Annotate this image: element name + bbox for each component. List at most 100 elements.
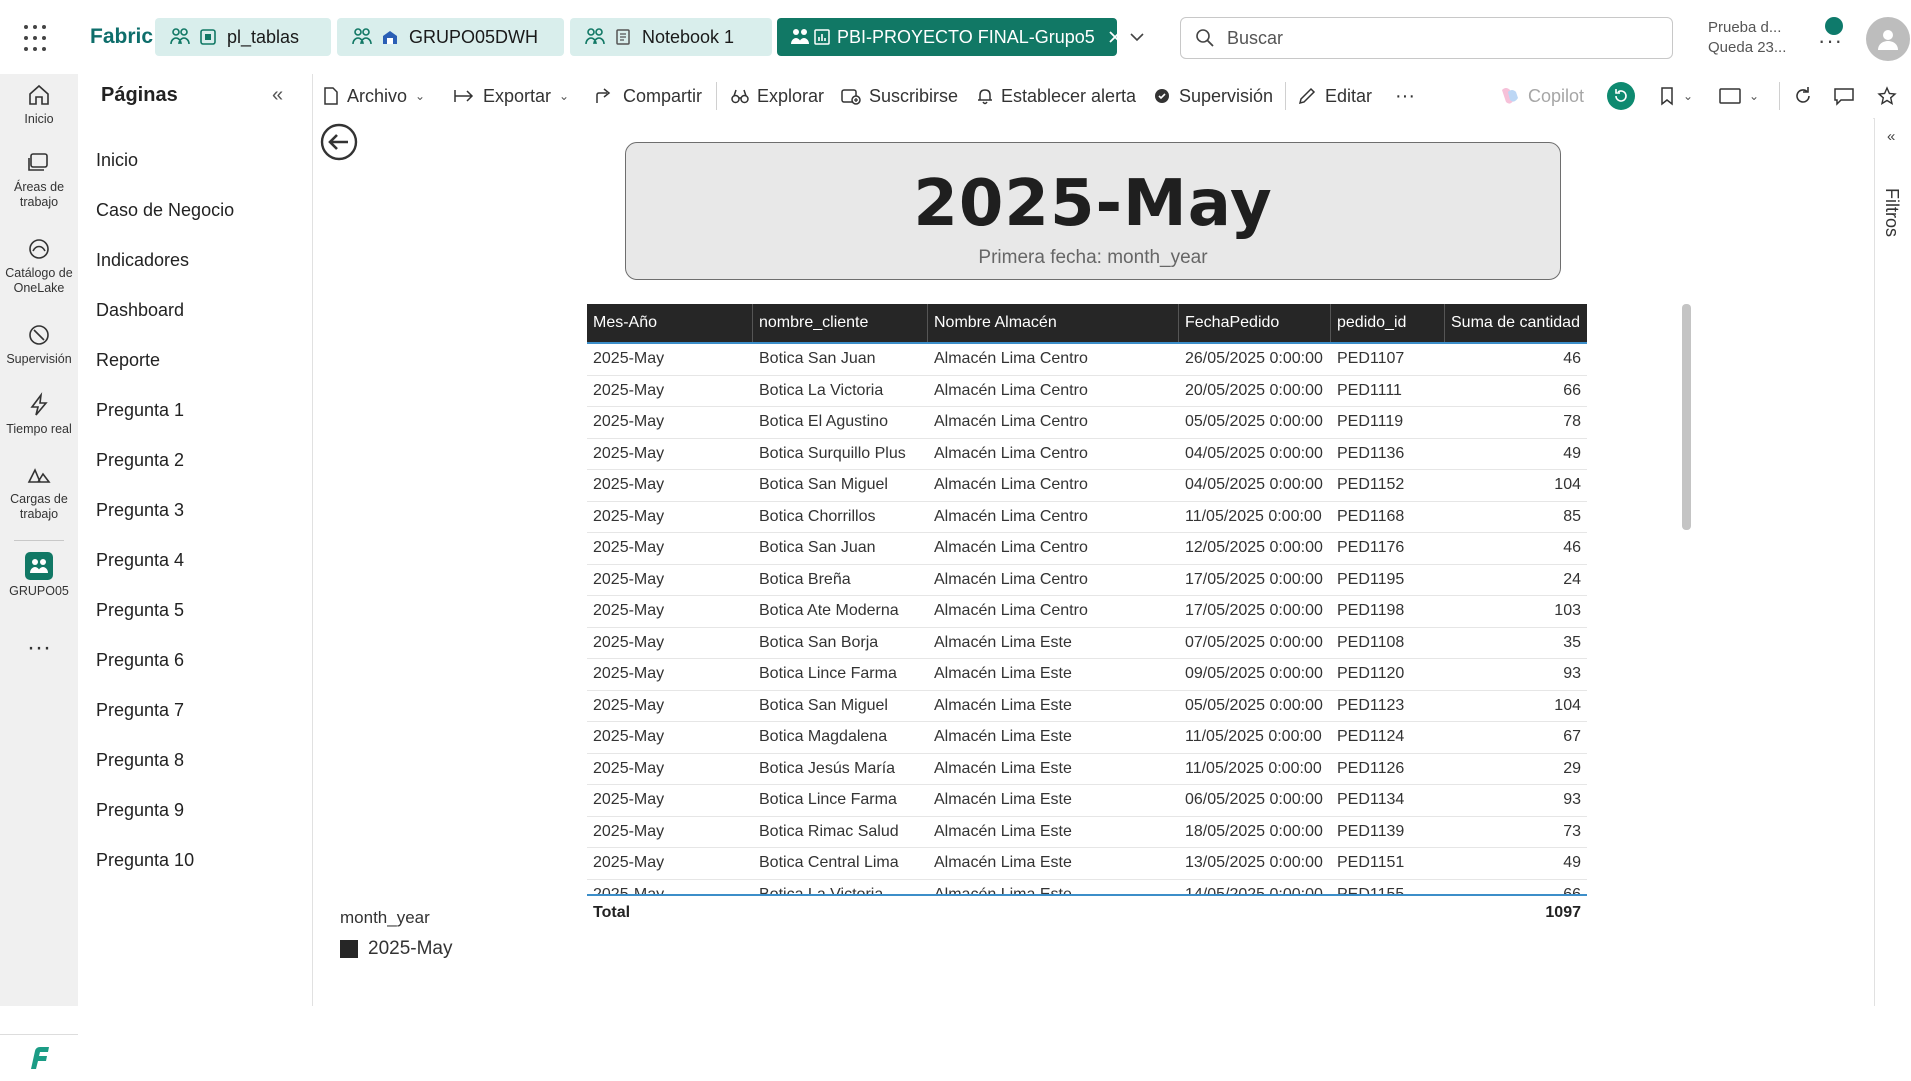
table-cell: 2025-May — [593, 854, 665, 871]
table-row[interactable]: 2025-May Botica Lince Farma Almacén Lima E… — [587, 659, 1587, 691]
reset-icon[interactable] — [1607, 82, 1635, 110]
trial-status[interactable]: Prueba d... Queda 23... — [1708, 18, 1786, 58]
table-row[interactable]: 2025-May Botica Lince Farma Almacén Lima E… — [587, 785, 1587, 817]
more-options-icon[interactable]: ··· — [1818, 28, 1843, 54]
search-input[interactable] — [1225, 26, 1649, 50]
page-item-dashboard[interactable]: Dashboard — [96, 300, 184, 321]
archivo-menu[interactable]: Archivo ⌄ — [323, 74, 425, 118]
legend-item[interactable]: 2025-May — [340, 938, 453, 960]
tab-grupo05dwh[interactable]: GRUPO05DWH — [337, 18, 564, 56]
page-item-reporte[interactable]: Reporte — [96, 350, 160, 371]
tab-label: GRUPO05DWH — [409, 26, 539, 47]
table-row[interactable]: 2025-May Botica Surquillo Plus Almacén Lim… — [587, 439, 1587, 470]
rail-item-supervision[interactable]: Supervisión — [0, 322, 78, 367]
tab-pbi-proyecto-final[interactable]: PBI-PROYECTO FINAL-Grupo5 — [777, 18, 1121, 56]
supervision-label: Supervisión — [1179, 85, 1274, 106]
fabric-logo-icon[interactable] — [0, 1034, 78, 1081]
copilot-label: Copilot — [1528, 85, 1585, 106]
table-row[interactable]: 2025-May Botica El Agustino Almacén Lima C… — [587, 407, 1587, 439]
table-row[interactable]: 2025-May Botica San Borja Almacén Lima Est… — [587, 628, 1587, 659]
table-cell: PED1176 — [1337, 539, 1405, 556]
rail-item-inicio[interactable]: Inicio — [0, 82, 78, 127]
page-item-caso-de-negocio[interactable]: Caso de Negocio — [96, 200, 234, 221]
table-cell: 2025-May — [593, 381, 665, 399]
view-menu[interactable]: ⌄ — [1719, 74, 1759, 118]
rail-item-cargas[interactable]: Cargas de trabajo — [0, 462, 78, 522]
suscribirse-button[interactable]: Suscribirse — [841, 74, 958, 118]
establecer-alerta-button[interactable]: Establecer alerta — [977, 74, 1136, 118]
rail-item-onelake[interactable]: Catálogo de OneLake — [0, 236, 78, 296]
warehouse-icon — [377, 24, 403, 50]
favorite-button[interactable] — [1877, 74, 1897, 118]
table-row[interactable]: 2025-May Botica Chorrillos Almacén Lima Ce… — [587, 502, 1587, 533]
table-cell: 104 — [1554, 696, 1581, 714]
page-item-pregunta-9[interactable]: Pregunta 9 — [96, 800, 184, 821]
back-arrow-icon[interactable] — [319, 122, 359, 167]
trial-line-1: Prueba d... — [1708, 19, 1782, 36]
table-cell: 49 — [1563, 444, 1581, 462]
more-options-icon[interactable]: ··· — [1395, 74, 1415, 118]
compartir-label: Compartir — [623, 85, 703, 106]
table-row[interactable]: 2025-May Botica San Miguel Almacén Lima Ce… — [587, 470, 1587, 502]
exportar-menu[interactable]: Exportar ⌄ — [453, 74, 569, 118]
editar-button[interactable]: Editar — [1297, 74, 1372, 118]
rail-item-grupo05[interactable]: GRUPO05 — [0, 552, 78, 599]
page-item-pregunta-6[interactable]: Pregunta 6 — [96, 650, 184, 671]
rail-item-tiempo-real[interactable]: Tiempo real — [0, 392, 78, 437]
column-header[interactable]: FechaPedido — [1179, 304, 1331, 342]
page-item-pregunta-10[interactable]: Pregunta 10 — [96, 850, 194, 871]
table-row[interactable]: 2025-May Botica San Juan Almacén Lima Cent… — [587, 533, 1587, 565]
page-item-pregunta-5[interactable]: Pregunta 5 — [96, 600, 184, 621]
column-header[interactable]: Mes-Año — [587, 304, 753, 342]
compartir-button[interactable]: Compartir — [595, 74, 702, 118]
table-row[interactable]: 2025-May Botica Jesús María Almacén Lima E… — [587, 754, 1587, 785]
page-item-pregunta-4[interactable]: Pregunta 4 — [96, 550, 184, 571]
table-cell: 73 — [1563, 822, 1581, 840]
page-item-pregunta-8[interactable]: Pregunta 8 — [96, 750, 184, 771]
tab-label: pl_tablas — [227, 26, 300, 47]
avatar[interactable] — [1866, 17, 1910, 61]
comment-button[interactable] — [1833, 74, 1855, 118]
page-item-pregunta-2[interactable]: Pregunta 2 — [96, 450, 184, 471]
column-header[interactable]: nombre_cliente — [753, 304, 928, 342]
table-row[interactable]: 2025-May Botica Rimac Salud Almacén Lima E… — [587, 817, 1587, 848]
refresh-button[interactable] — [1793, 74, 1813, 118]
filters-pane[interactable]: « Filtros — [1874, 118, 1911, 1006]
collapse-panel-icon[interactable]: « — [272, 84, 283, 107]
explorar-button[interactable]: Explorar — [731, 74, 824, 118]
table-row[interactable]: 2025-May Botica Breña Almacén Lima Centro 1… — [587, 565, 1587, 596]
table-row[interactable]: 2025-May Botica Magdalena Almacén Lima Est… — [587, 722, 1587, 754]
copilot-button[interactable]: Copilot — [1498, 74, 1584, 118]
close-icon[interactable] — [1107, 29, 1123, 45]
tab-notebook-1[interactable]: Notebook 1 — [570, 18, 772, 56]
rail-item-areas[interactable]: Áreas de trabajo — [0, 150, 78, 210]
supervision-button[interactable]: Supervisión — [1153, 74, 1273, 118]
table-row[interactable]: 2025-May Botica Ate Moderna Almacén Lima C… — [587, 596, 1587, 628]
app-launcher-icon[interactable] — [24, 25, 52, 53]
column-header[interactable]: Nombre Almacén — [928, 304, 1179, 342]
table-row[interactable]: 2025-May Botica La Victoria Almacén Lima E… — [587, 880, 1587, 895]
page-item-pregunta-3[interactable]: Pregunta 3 — [96, 500, 184, 521]
tab-pl-tablas[interactable]: pl_tablas — [155, 18, 331, 56]
expand-filters-icon[interactable]: « — [1887, 128, 1895, 145]
column-header[interactable]: Suma de cantidad — [1445, 304, 1587, 342]
page-item-indicadores[interactable]: Indicadores — [96, 250, 189, 271]
bookmark-menu[interactable]: ⌄ — [1659, 74, 1693, 118]
brand-name[interactable]: Fabric — [90, 25, 153, 49]
page-item-pregunta-7[interactable]: Pregunta 7 — [96, 700, 184, 721]
table-row[interactable]: 2025-May Botica Central Lima Almacén Lima … — [587, 848, 1587, 880]
table-cell: 13/05/2025 0:00:00 — [1185, 854, 1323, 871]
more-options-icon[interactable]: ··· — [0, 634, 78, 662]
page-item-pregunta-1[interactable]: Pregunta 1 — [96, 400, 184, 421]
table-row[interactable]: 2025-May Botica San Miguel Almacén Lima Es… — [587, 691, 1587, 722]
table-cell: 2025-May — [593, 791, 665, 808]
table-row[interactable]: 2025-May Botica La Victoria Almacén Lima C… — [587, 376, 1587, 407]
search-box[interactable] — [1180, 17, 1673, 59]
table-scrollbar[interactable] — [1682, 304, 1691, 530]
chevron-down-icon[interactable] — [1124, 24, 1150, 50]
data-table[interactable]: Mes-Año nombre_cliente Nombre Almacén Fe… — [587, 304, 1587, 921]
page-item-inicio[interactable]: Inicio — [96, 150, 138, 171]
table-row[interactable]: 2025-May Botica San Juan Almacén Lima Cent… — [587, 344, 1587, 376]
table-body[interactable]: 2025-May Botica San Juan Almacén Lima Cent… — [587, 342, 1587, 896]
column-header[interactable]: pedido_id — [1331, 304, 1445, 342]
